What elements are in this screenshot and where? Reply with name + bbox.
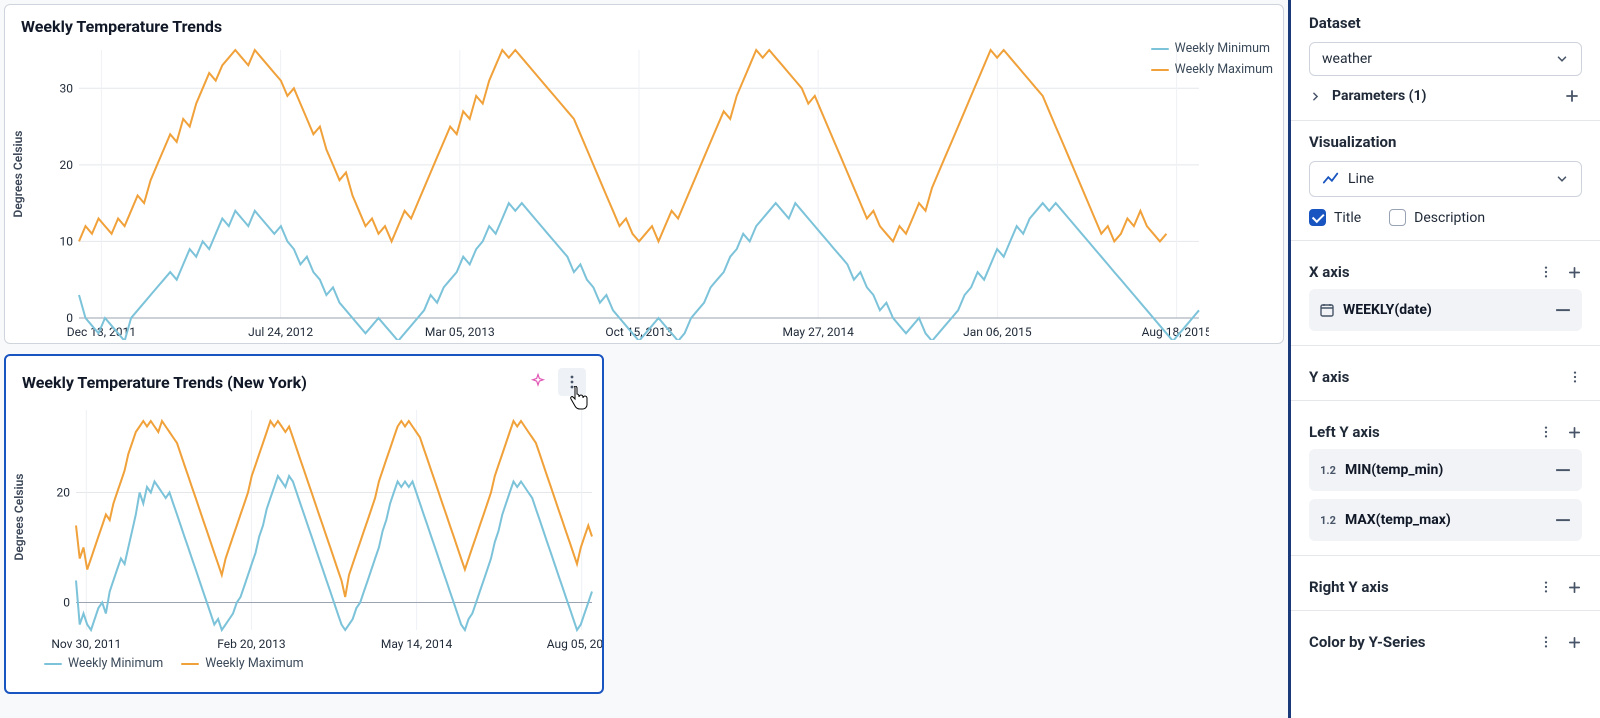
dataset-heading: Dataset <box>1309 14 1582 32</box>
svg-text:Mar 05, 2013: Mar 05, 2013 <box>425 325 495 339</box>
svg-text:Feb 20, 2013: Feb 20, 2013 <box>217 637 285 651</box>
parameters-expander[interactable]: Parameters (1) <box>1309 76 1582 116</box>
right-y-kebab-icon[interactable] <box>1539 580 1553 594</box>
x-axis-heading: X axis <box>1309 263 1350 281</box>
chart-legend: Weekly Minimum Weekly Maximum <box>22 652 586 679</box>
svg-text:0: 0 <box>63 596 70 610</box>
calendar-icon <box>1319 302 1335 318</box>
visualization-type-select[interactable]: Line <box>1309 161 1582 197</box>
left-y-field-max[interactable]: 1.2 MAX(temp_max) － <box>1309 499 1582 541</box>
color-by-heading: Color by Y-Series <box>1309 633 1426 651</box>
numeric-type-icon: 1.2 <box>1319 464 1337 477</box>
chart-card-1[interactable]: Weekly Temperature Trends Weekly Minimum… <box>4 4 1284 344</box>
color-by-kebab-icon[interactable] <box>1539 635 1553 649</box>
config-panel: Dataset weather Parameters (1) Visualiza… <box>1288 0 1600 718</box>
chart-title: Weekly Temperature Trends <box>21 17 222 36</box>
svg-text:20: 20 <box>57 486 71 500</box>
chart-title: Weekly Temperature Trends (New York) <box>22 373 307 392</box>
chart-canvas: 0102030Dec 13, 2011Jul 24, 2012Mar 05, 2… <box>49 44 1209 340</box>
line-chart-icon <box>1322 170 1340 188</box>
chevron-right-icon <box>1309 90 1322 103</box>
svg-text:0: 0 <box>66 311 73 325</box>
chart-ylabel: Degrees Celsius <box>12 474 26 561</box>
remove-field-icon[interactable]: － <box>1554 507 1572 533</box>
left-y-field-min[interactable]: 1.2 MIN(temp_min) － <box>1309 449 1582 491</box>
y-axis-kebab-icon[interactable] <box>1568 370 1582 384</box>
description-checkbox-label: Description <box>1414 210 1485 226</box>
right-y-axis-heading: Right Y axis <box>1309 578 1389 596</box>
svg-text:10: 10 <box>60 234 74 248</box>
kebab-menu-icon[interactable] <box>558 368 586 396</box>
visualization-heading: Visualization <box>1309 133 1582 151</box>
color-by-add-icon[interactable] <box>1567 635 1582 650</box>
svg-text:Jul 24, 2012: Jul 24, 2012 <box>248 325 313 339</box>
x-axis-add-icon[interactable] <box>1567 265 1582 280</box>
svg-text:20: 20 <box>60 158 74 172</box>
svg-text:Nov 30, 2011: Nov 30, 2011 <box>51 637 121 651</box>
right-y-add-icon[interactable] <box>1567 580 1582 595</box>
add-parameter-icon[interactable] <box>1562 86 1582 106</box>
svg-text:Oct 15, 2013: Oct 15, 2013 <box>605 325 672 339</box>
y-axis-heading: Y axis <box>1309 368 1349 386</box>
title-checkbox[interactable] <box>1309 209 1326 226</box>
numeric-type-icon: 1.2 <box>1319 514 1337 527</box>
svg-text:Jan 06, 2015: Jan 06, 2015 <box>963 325 1032 339</box>
svg-text:Aug 05, 2015: Aug 05, 2015 <box>547 637 602 651</box>
chart-canvas: 0 20 Nov 30, 2011 Feb 20, 2013 May 14, 2014 A… <box>46 404 602 652</box>
chart-legend: Weekly Minimum Weekly Maximum <box>1151 41 1273 83</box>
x-axis-field[interactable]: WEEKLY(date) － <box>1309 289 1582 331</box>
chart-ylabel: Degrees Celsius <box>11 131 25 218</box>
svg-text:May 27, 2014: May 27, 2014 <box>783 325 855 339</box>
left-y-axis-heading: Left Y axis <box>1309 423 1380 441</box>
dataset-select[interactable]: weather <box>1309 42 1582 76</box>
sparkle-icon[interactable] <box>524 368 552 396</box>
svg-text:30: 30 <box>60 81 74 95</box>
svg-text:May 14, 2014: May 14, 2014 <box>381 637 453 651</box>
title-checkbox-label: Title <box>1334 210 1361 226</box>
left-y-add-icon[interactable] <box>1567 425 1582 440</box>
remove-field-icon[interactable]: － <box>1554 457 1572 483</box>
chevron-down-icon <box>1555 172 1569 186</box>
chart-card-2[interactable]: Weekly Temperature Trends (New York) Deg… <box>4 354 604 694</box>
x-axis-kebab-icon[interactable] <box>1539 265 1553 279</box>
chevron-down-icon <box>1555 52 1569 66</box>
left-y-kebab-icon[interactable] <box>1539 425 1553 439</box>
description-checkbox[interactable] <box>1389 209 1406 226</box>
remove-field-icon[interactable]: － <box>1554 297 1572 323</box>
